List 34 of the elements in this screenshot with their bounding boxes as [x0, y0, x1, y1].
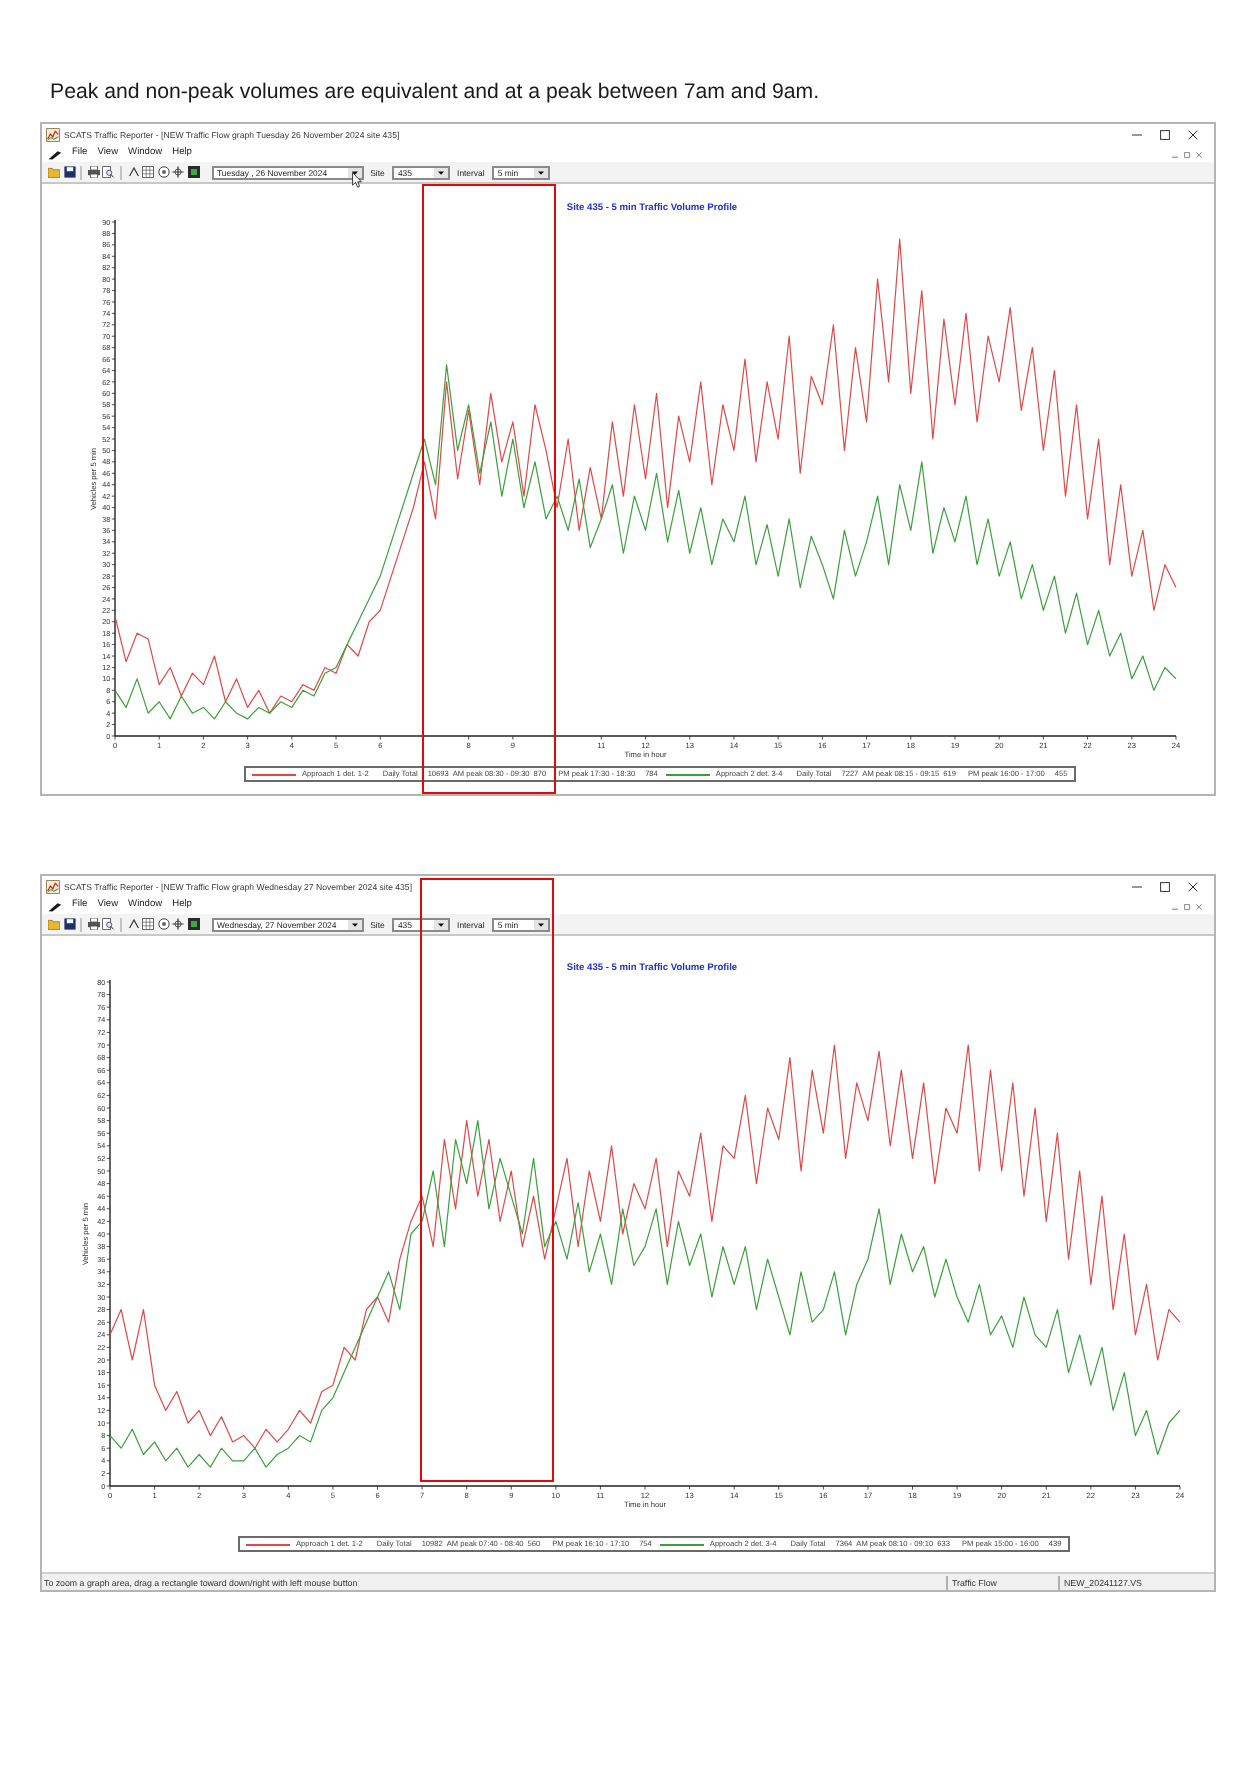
folder-icon[interactable] — [48, 918, 60, 930]
restore-icon[interactable] — [1184, 903, 1190, 909]
graph-icon — [46, 880, 60, 894]
maximize-icon[interactable] — [1160, 130, 1170, 140]
printer-icon[interactable] — [87, 166, 100, 178]
close-icon[interactable] — [1188, 882, 1198, 892]
chevron-up-icon[interactable] — [127, 166, 140, 178]
folder-icon[interactable] — [48, 166, 60, 178]
grid-icon[interactable] — [142, 166, 155, 178]
maximize-icon[interactable] — [1160, 882, 1170, 892]
caret-icon[interactable] — [533, 919, 548, 929]
disk-icon[interactable] — [63, 166, 76, 178]
circle-icon[interactable] — [157, 918, 170, 930]
minimize-icon[interactable] — [1132, 130, 1142, 140]
square-icon[interactable] — [187, 918, 200, 930]
close-icon[interactable] — [1188, 130, 1198, 140]
crosshair-icon[interactable] — [172, 166, 185, 178]
page-magnifier-icon[interactable] — [102, 166, 115, 178]
caption-text: Peak and non-peak volumes are equivalent and at a peak between 7am and 9am. — [50, 78, 820, 106]
square-icon[interactable] — [187, 166, 200, 178]
caret-icon[interactable] — [533, 167, 548, 177]
restore-icon[interactable] — [1184, 151, 1190, 157]
circle-icon[interactable] — [157, 166, 170, 178]
minimize-icon[interactable] — [1132, 882, 1142, 892]
disk-icon[interactable] — [63, 918, 76, 930]
grid-icon[interactable] — [142, 918, 155, 930]
caret-icon[interactable] — [433, 919, 448, 929]
graph-icon — [46, 128, 60, 142]
printer-icon[interactable] — [87, 918, 100, 930]
crosshair-icon[interactable] — [172, 918, 185, 930]
chevron-up-icon[interactable] — [127, 918, 140, 930]
page-magnifier-icon[interactable] — [102, 918, 115, 930]
caret-icon[interactable] — [433, 167, 448, 177]
caret-icon[interactable] — [347, 919, 362, 929]
